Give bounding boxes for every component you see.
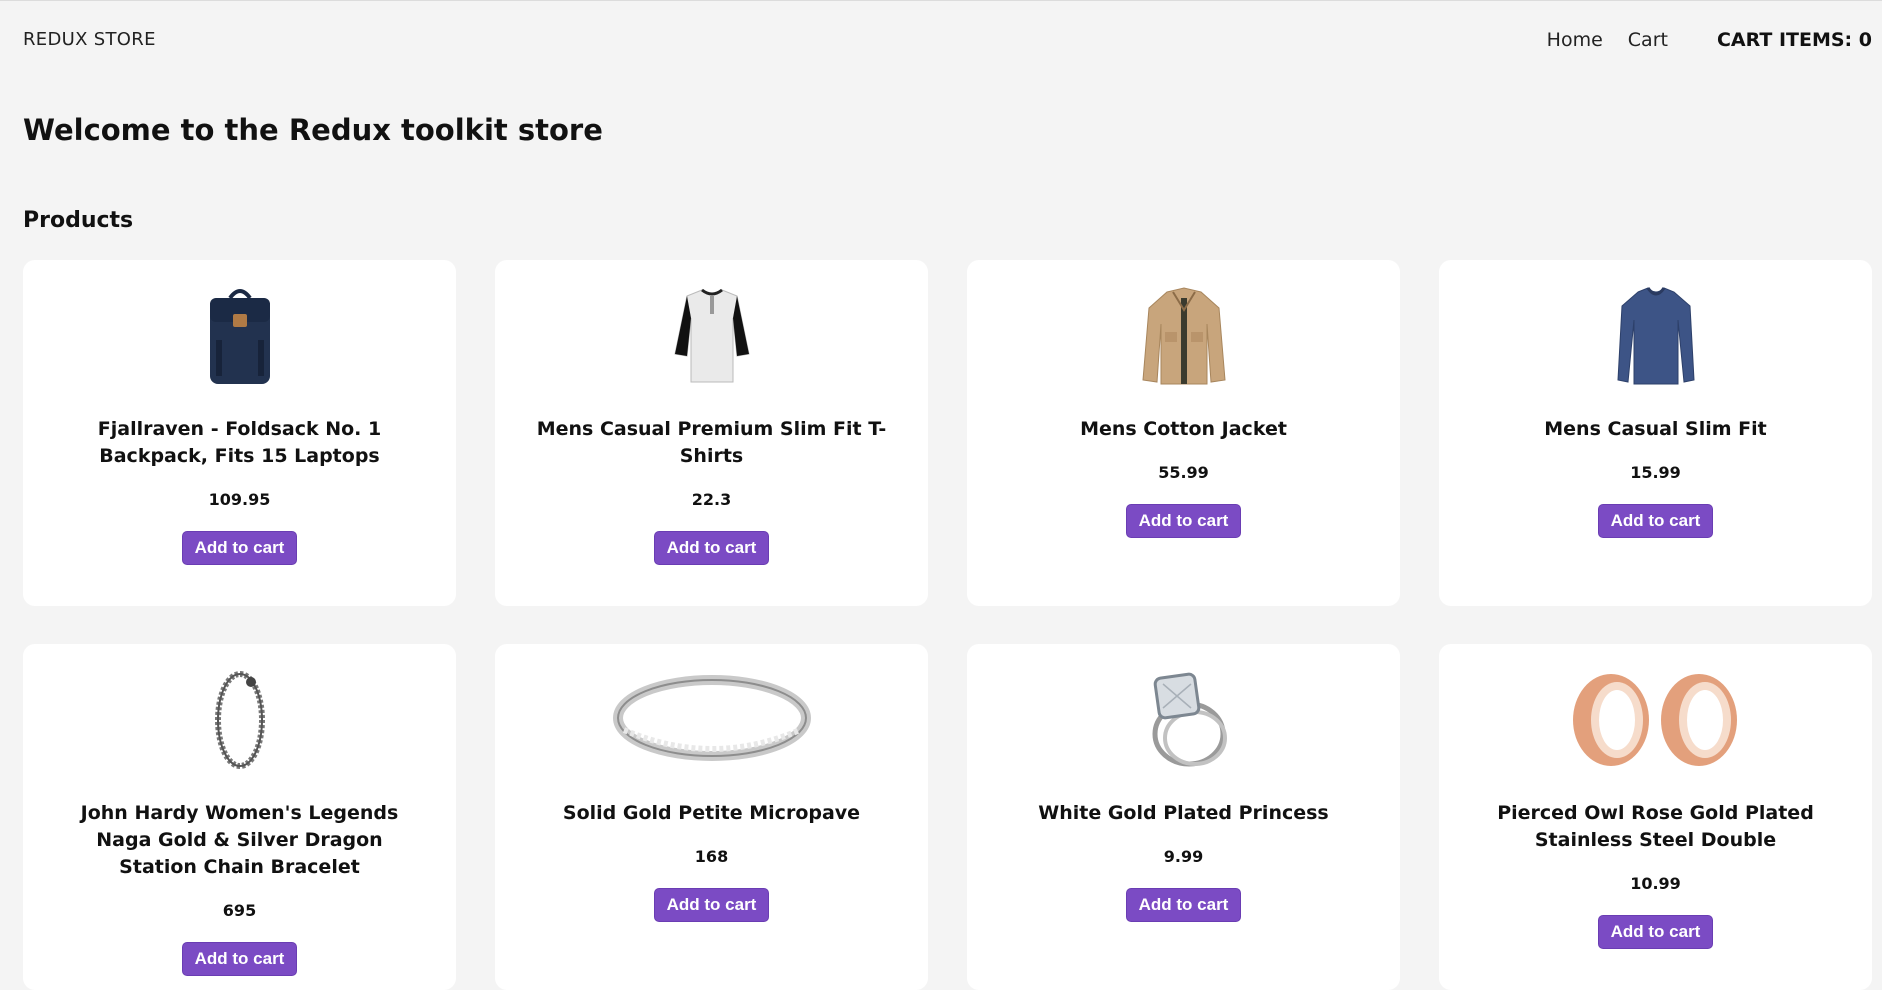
backpack-icon: [200, 284, 280, 386]
product-card: Mens Casual Slim Fit 15.99 Add to cart: [1439, 260, 1872, 606]
product-card: Mens Cotton Jacket 55.99 Add to cart: [967, 260, 1400, 606]
add-to-cart-button[interactable]: Add to cart: [1126, 889, 1241, 921]
product-name: Fjallraven - Foldsack No. 1 Backpack, Fi…: [97, 418, 382, 467]
ear-plugs-icon: [1561, 668, 1751, 770]
product-price: 15.99: [1630, 463, 1681, 482]
product-price: 9.99: [1163, 847, 1204, 866]
top-navbar: REDUX STORE Home Cart CART ITEMS: 0: [0, 0, 1882, 82]
add-to-cart-button[interactable]: Add to cart: [654, 889, 769, 921]
product-card: Fjallraven - Foldsack No. 1 Backpack, Fi…: [23, 260, 456, 606]
product-name: Mens Casual Slim Fit: [1544, 418, 1767, 440]
bracelet-icon: [205, 668, 275, 770]
sweater-icon: [1616, 284, 1696, 386]
page-title: Welcome to the Redux toolkit store: [23, 113, 603, 147]
product-name: White Gold Plated Princess: [1038, 802, 1329, 824]
product-name: Mens Casual Premium Slim Fit T-Shirts: [536, 418, 887, 467]
product-price: 10.99: [1630, 874, 1681, 893]
main-nav: Home Cart CART ITEMS: 0: [1547, 29, 1882, 51]
add-to-cart-button[interactable]: Add to cart: [182, 532, 297, 564]
add-to-cart-button[interactable]: Add to cart: [1598, 916, 1713, 948]
product-card: Pierced Owl Rose Gold Plated Stainless S…: [1439, 644, 1872, 990]
product-grid: Fjallraven - Foldsack No. 1 Backpack, Fi…: [23, 260, 1872, 990]
products-heading: Products: [23, 208, 134, 233]
product-price: 109.95: [208, 490, 271, 509]
jacket-icon: [1139, 284, 1229, 386]
product-name: Pierced Owl Rose Gold Plated Stainless S…: [1497, 802, 1814, 851]
product-name: Solid Gold Petite Micropave: [562, 802, 861, 824]
add-to-cart-button[interactable]: Add to cart: [1598, 505, 1713, 537]
product-price: 22.3: [691, 490, 732, 509]
product-card: White Gold Plated Princess 9.99 Add to c…: [967, 644, 1400, 990]
diamond-ring-icon: [1139, 668, 1229, 770]
nav-home-link[interactable]: Home: [1547, 29, 1603, 51]
ring-band-icon: [612, 668, 812, 770]
product-name: John Hardy Women's Legends Naga Gold & S…: [80, 802, 399, 878]
tshirt-icon: [667, 284, 757, 386]
product-price: 695: [222, 901, 257, 920]
cart-items-count: CART ITEMS: 0: [1716, 29, 1872, 51]
brand-logo[interactable]: REDUX STORE: [23, 29, 156, 50]
product-price: 168: [694, 847, 729, 866]
product-price: 55.99: [1158, 463, 1209, 482]
product-card: John Hardy Women's Legends Naga Gold & S…: [23, 644, 456, 990]
add-to-cart-button[interactable]: Add to cart: [1126, 505, 1241, 537]
product-name: Mens Cotton Jacket: [1080, 418, 1287, 440]
add-to-cart-button[interactable]: Add to cart: [654, 532, 769, 564]
product-card: Solid Gold Petite Micropave 168 Add to c…: [495, 644, 928, 990]
add-to-cart-button[interactable]: Add to cart: [182, 943, 297, 975]
product-card: Mens Casual Premium Slim Fit T-Shirts 22…: [495, 260, 928, 606]
nav-cart-link[interactable]: Cart: [1628, 29, 1668, 51]
